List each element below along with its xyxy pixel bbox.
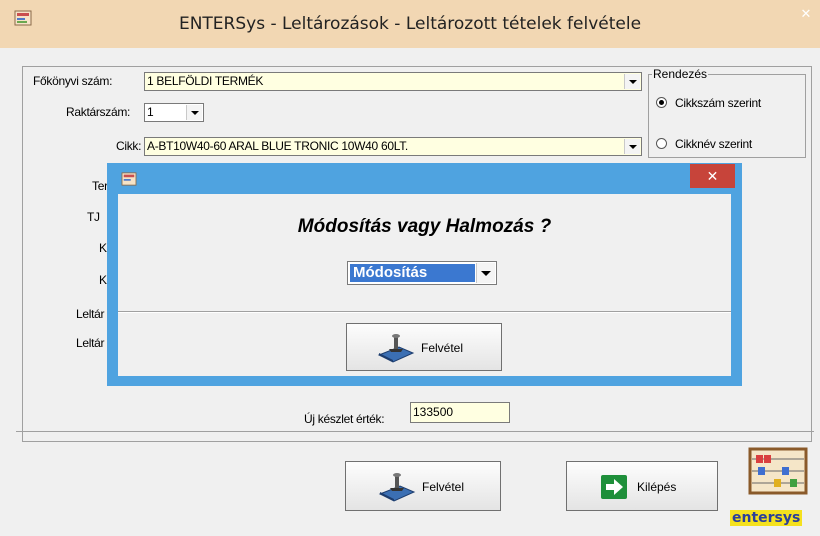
felvetel-button-label: Felvétel [422, 480, 465, 494]
radio-cikknev-label: Cikknév szerint [675, 137, 752, 151]
partial-label-1: Ter [92, 179, 108, 193]
stamp-icon [377, 334, 415, 363]
abacus-logo-icon [748, 447, 808, 495]
mode-select-value: Módosítás [350, 264, 475, 282]
radio-cikkszam-label: Cikkszám szerint [675, 96, 761, 110]
dialog-close-button[interactable]: ✕ [690, 164, 735, 188]
felvetel-button[interactable]: Felvétel [345, 461, 501, 511]
window-close-button[interactable]: ✕ [793, 4, 819, 24]
fokonyvi-combo[interactable]: 1 BELFÖLDI TERMÉK [144, 72, 642, 91]
mode-select[interactable]: Módosítás [347, 261, 497, 285]
raktar-value: 1 [147, 105, 154, 119]
cikk-combo[interactable]: A-BT10W40-60 ARAL BLUE TRONIC 10W40 60LT… [144, 137, 642, 156]
dialog-separator [118, 311, 731, 313]
bottom-separator [16, 431, 814, 432]
dialog-app-icon [121, 172, 137, 186]
dialog-felvetel-button[interactable]: Felvétel [346, 323, 502, 371]
radio-cikknev[interactable] [656, 138, 667, 149]
chevron-down-icon[interactable] [476, 263, 495, 283]
rendezes-title: Rendezés [652, 67, 709, 81]
uj-keszlet-label: Új készlet érték: [304, 412, 385, 426]
stamp-icon [378, 473, 416, 502]
radio-cikkszam[interactable] [656, 97, 667, 108]
chevron-down-icon[interactable] [186, 105, 202, 120]
modal-dialog: ✕ Módosítás vagy Halmozás ? Módosítás Fe… [107, 163, 742, 386]
raktar-combo[interactable]: 1 [144, 103, 204, 122]
chevron-down-icon[interactable] [624, 74, 640, 89]
chevron-down-icon[interactable] [624, 139, 640, 154]
dialog-felvetel-label: Felvétel [421, 341, 464, 355]
raktar-label: Raktárszám: [66, 105, 131, 119]
entersys-logo-text: entersys [730, 510, 803, 526]
dialog-question: Módosítás vagy Halmozás ? [297, 216, 552, 237]
main-window: ENTERSys - Leltározások - Leltározott té… [0, 0, 820, 536]
window-title: ENTERSys - Leltározások - Leltározott té… [178, 14, 642, 34]
cikk-label: Cikk: [116, 139, 142, 153]
fokonyvi-value: 1 BELFÖLDI TERMÉK [147, 74, 264, 88]
fokonyvi-label: Főkönyvi szám: [33, 74, 113, 88]
dialog-body: Módosítás vagy Halmozás ? Módosítás Felv… [118, 194, 731, 376]
kilepes-button-label: Kilépés [637, 480, 677, 494]
uj-keszlet-input[interactable]: 133500 [410, 402, 510, 423]
kilepes-button[interactable]: Kilépés [566, 461, 718, 511]
partial-label-2: TJ [87, 210, 100, 224]
title-bar: ENTERSys - Leltározások - Leltározott té… [0, 0, 820, 48]
partial-label-5: Leltár [76, 307, 105, 321]
exit-arrow-icon [601, 475, 627, 499]
cikk-value: A-BT10W40-60 ARAL BLUE TRONIC 10W40 60LT… [147, 139, 408, 153]
partial-label-6: Leltár [76, 336, 105, 350]
